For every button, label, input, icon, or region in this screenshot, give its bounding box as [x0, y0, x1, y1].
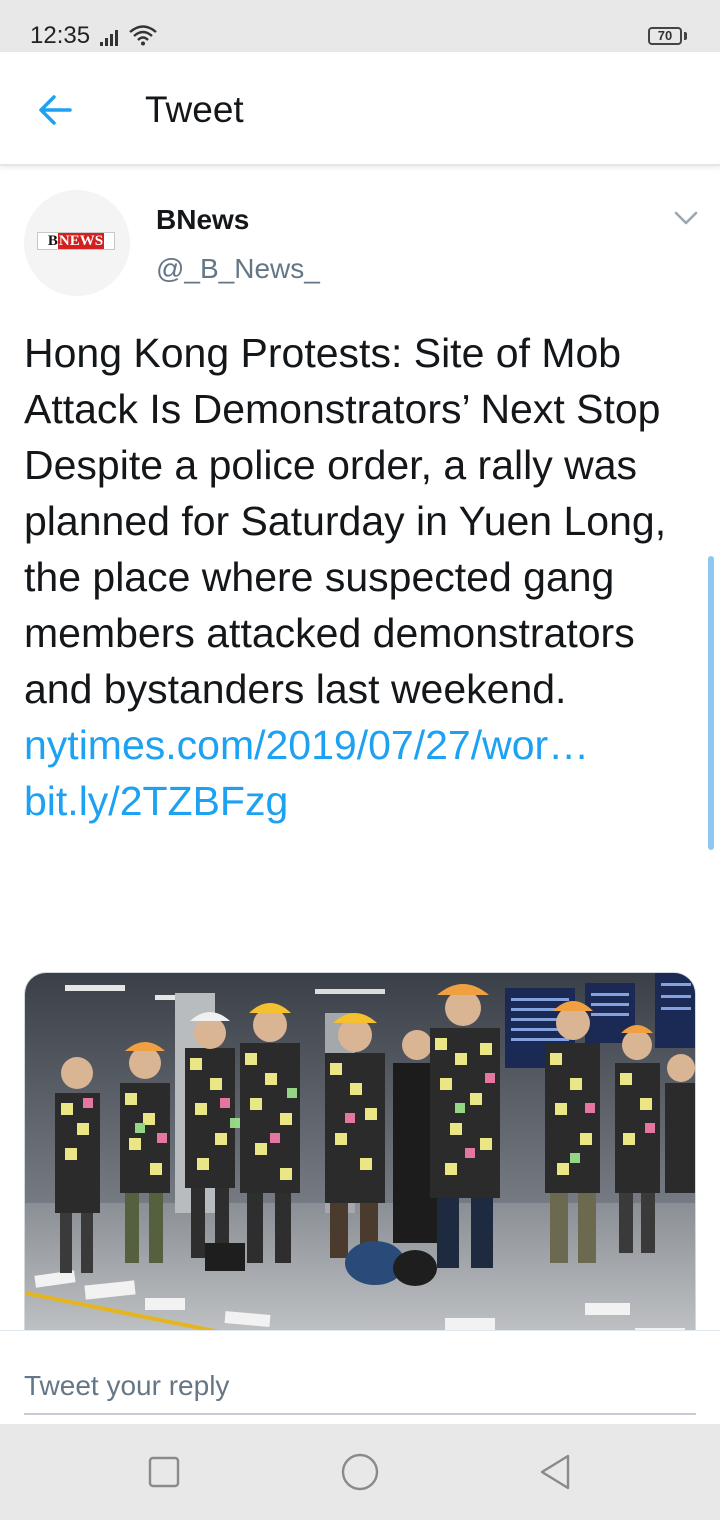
back-triangle-icon[interactable] [534, 1450, 578, 1494]
app-header: Tweet [0, 52, 720, 166]
reply-input[interactable] [24, 1359, 696, 1415]
signal-icon [100, 30, 118, 46]
logo-b: B [47, 233, 58, 249]
battery-indicator: 70 [648, 27, 682, 45]
author-handle[interactable]: @_B_News_ [156, 253, 320, 285]
system-nav-bar [0, 1424, 720, 1520]
avatar[interactable]: BNEWS [24, 190, 130, 296]
tweet-media-photo[interactable] [24, 972, 696, 1352]
tweet-link-nytimes[interactable]: nytimes.com/2019/07/27/wor… [24, 717, 704, 773]
scrollbar[interactable] [708, 556, 714, 850]
wifi-icon [129, 25, 157, 46]
tweet-body: Despite a police order, a rally was plan… [24, 442, 667, 712]
recent-apps-icon[interactable] [142, 1450, 186, 1494]
status-time: 12:35 [30, 22, 91, 49]
author-name[interactable]: BNews [156, 204, 249, 236]
photo-image [25, 973, 695, 1351]
reply-bar [0, 1330, 720, 1425]
arrow-left-icon[interactable] [30, 86, 80, 136]
logo-rest: NEWS [57, 233, 105, 249]
chevron-down-icon[interactable] [672, 208, 700, 228]
battery-tip [684, 32, 687, 40]
bnews-logo: BNEWS [37, 232, 115, 250]
tweet-text: Hong Kong Protests: Site of Mob Attack I… [24, 325, 704, 829]
tweet-link-bitly[interactable]: bit.ly/2TZBFzg [24, 773, 704, 829]
status-bar: 12:35 70 [0, 0, 720, 52]
page-title: Tweet [145, 89, 244, 130]
home-icon[interactable] [338, 1450, 382, 1494]
tweet-headline: Hong Kong Protests: Site of Mob Attack I… [24, 330, 661, 432]
